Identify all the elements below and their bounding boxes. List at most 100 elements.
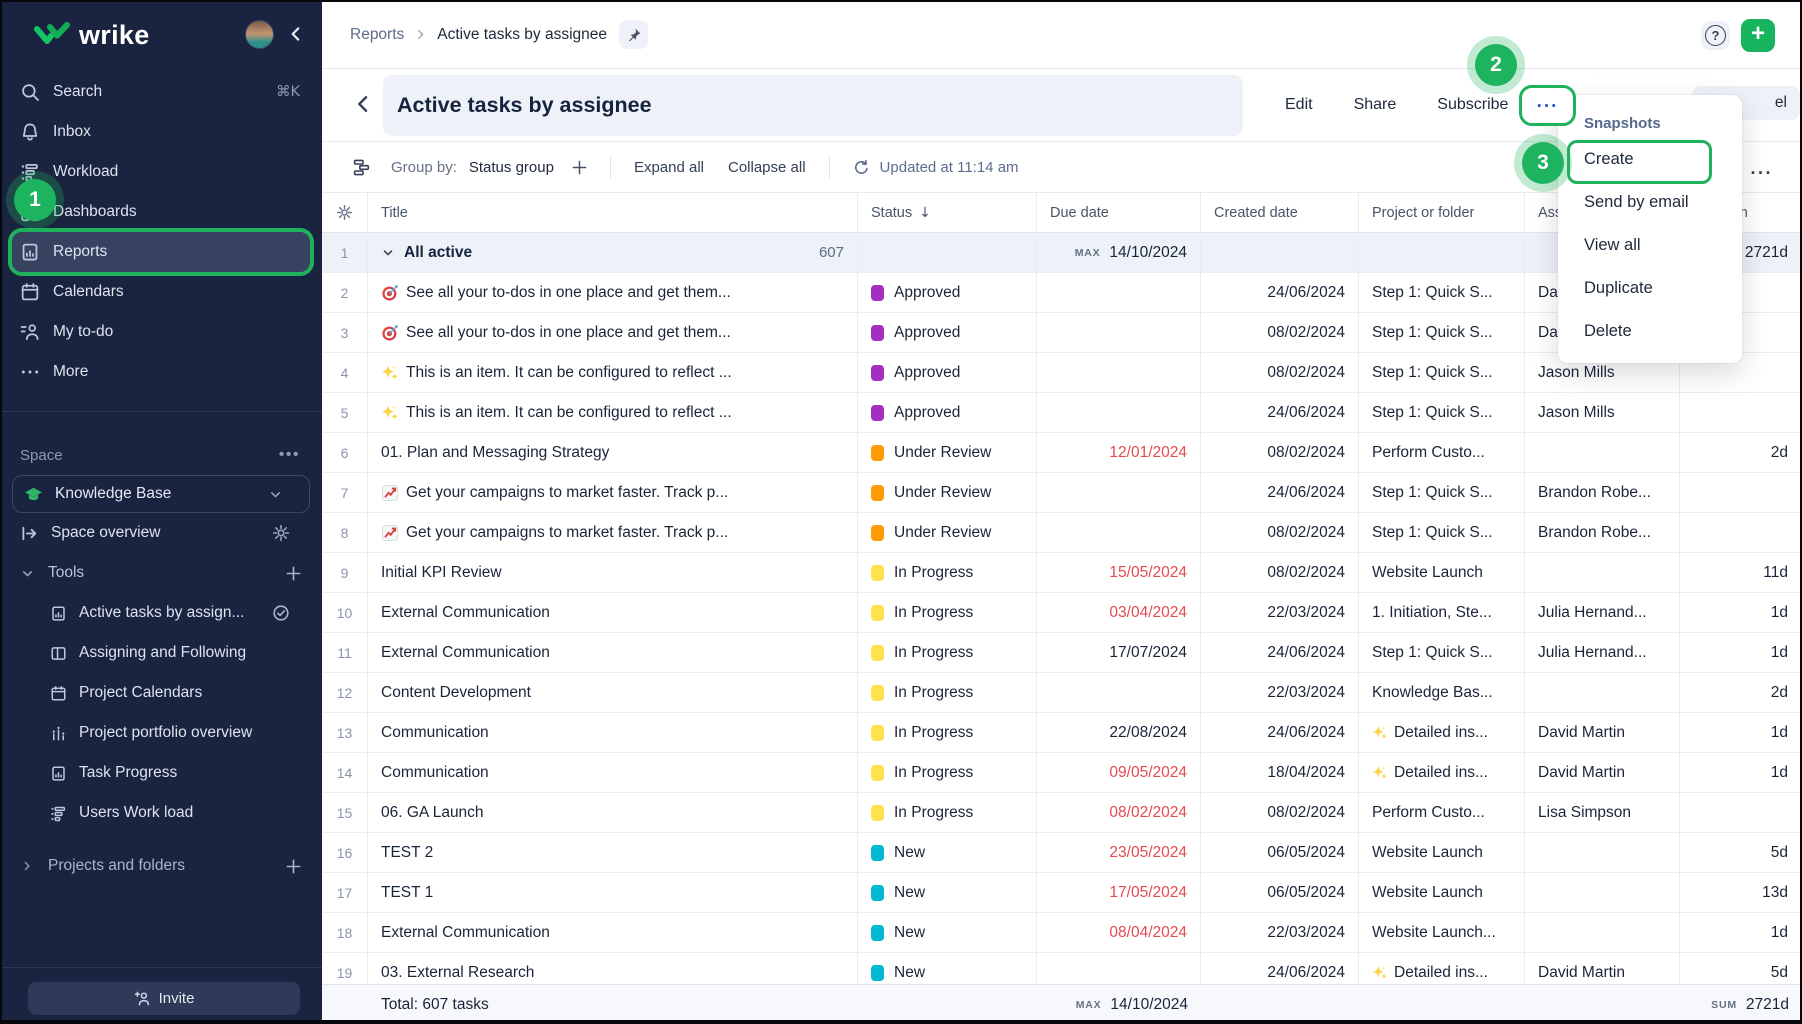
chevron-down-icon[interactable]	[381, 246, 395, 260]
back-icon[interactable]	[352, 93, 374, 115]
cell-status: Approved	[858, 313, 1037, 352]
column-header-status[interactable]: Status↓	[858, 193, 1037, 232]
sidebar-collapse-icon[interactable]	[286, 24, 306, 44]
table-row[interactable]: 601. Plan and Messaging StrategyUnder Re…	[322, 433, 1802, 473]
grid-options-icon[interactable]: ...	[1750, 158, 1773, 179]
add-tool-icon[interactable]	[285, 565, 302, 582]
status-color-chip	[871, 565, 884, 581]
group-by-value[interactable]: Status group	[469, 159, 554, 176]
breadcrumb-parent[interactable]: Reports	[350, 26, 404, 44]
table-settings-gear-icon[interactable]	[336, 204, 353, 221]
sidebar-divider	[0, 411, 322, 412]
sidebar-item-workload[interactable]: Workload	[12, 152, 310, 192]
space-options-icon[interactable]: •••	[279, 446, 300, 464]
sidebar-item-dashboards[interactable]: Dashboards	[12, 192, 310, 232]
status-label: New	[894, 924, 925, 942]
status-color-chip	[871, 485, 884, 501]
sidebar-item-space-overview[interactable]: Space overview	[0, 513, 322, 553]
project-label: Detailed ins...	[1394, 964, 1488, 982]
status-color-chip	[871, 405, 884, 421]
tool-label: Users Work load	[79, 804, 193, 822]
space-selector-knowledge-base[interactable]: Knowledge Base	[12, 475, 310, 513]
sidebar-tool-users-work-load[interactable]: Users Work load	[0, 793, 322, 833]
table-row[interactable]: 14CommunicationIn Progress09/05/202418/0…	[322, 753, 1802, 793]
cell-status: In Progress	[858, 633, 1037, 672]
callout-badge-1: 1	[14, 179, 56, 221]
cell-title: Communication	[368, 713, 858, 752]
window-edge	[0, 1020, 1802, 1024]
menu-item-create[interactable]: Create	[1558, 138, 1742, 181]
max-aggregate-label: MAX	[1075, 247, 1101, 259]
pin-button[interactable]	[619, 20, 648, 49]
share-button[interactable]: Share	[1354, 96, 1397, 114]
sidebar-item-my-to-do[interactable]: My to-do	[12, 312, 310, 352]
table-row[interactable]: 10External CommunicationIn Progress03/04…	[322, 593, 1802, 633]
cell-due-date: 03/04/2024	[1037, 593, 1201, 632]
cell-status: Approved	[858, 353, 1037, 392]
refresh-icon[interactable]	[853, 159, 870, 176]
add-project-icon[interactable]	[285, 858, 302, 875]
report-more-options-button[interactable]: ...	[1522, 88, 1573, 123]
sidebar-item-search[interactable]: Search⌘K	[12, 72, 310, 112]
cell-title: Content Development	[368, 673, 858, 712]
edit-button[interactable]: Edit	[1285, 96, 1313, 114]
table-row[interactable]: 11External CommunicationIn Progress17/07…	[322, 633, 1802, 673]
column-header-due-date[interactable]: Due date	[1037, 193, 1201, 232]
total-tasks: Total: 607 tasks	[368, 985, 858, 1024]
menu-item-view-all[interactable]: View all	[1558, 224, 1742, 267]
menu-item-send-by-email[interactable]: Send by email	[1558, 181, 1742, 224]
table-footer: Total: 607 tasks MAX14/10/2024 SUM2721d	[322, 984, 1802, 1024]
menu-item-duplicate[interactable]: Duplicate	[1558, 267, 1742, 310]
last-updated-text[interactable]: Updated at 11:14 am	[880, 159, 1019, 176]
sidebar-item-projects-and-folders[interactable]: Projects and folders	[0, 846, 322, 886]
add-grouping-icon[interactable]	[571, 159, 588, 176]
create-new-button[interactable]: +	[1741, 19, 1775, 52]
sidebar-item-reports[interactable]: Reports	[12, 232, 310, 272]
column-header-title[interactable]: Title	[368, 193, 858, 232]
tool-label: Active tasks by assign...	[79, 604, 244, 622]
subscribe-button[interactable]: Subscribe	[1437, 96, 1508, 114]
sidebar-tool-assigning-and-following[interactable]: Assigning and Following	[0, 633, 322, 673]
row-number: 9	[322, 553, 368, 592]
cell-assignee: Julia Hernand...	[1525, 633, 1680, 672]
cell-assignee	[1525, 873, 1680, 912]
column-header-project[interactable]: Project or folder	[1359, 193, 1525, 232]
table-row[interactable]: 5This is an item. It can be configured t…	[322, 393, 1802, 433]
table-row[interactable]: 17TEST 1New17/05/202406/05/2024Website L…	[322, 873, 1802, 913]
search-icon	[20, 82, 40, 102]
sidebar-tool-project-portfolio-overview[interactable]: Project portfolio overview	[0, 713, 322, 753]
sidebar-item-calendars[interactable]: Calendars	[12, 272, 310, 312]
sidebar-item-inbox[interactable]: Inbox	[12, 112, 310, 152]
gear-icon[interactable]	[272, 524, 290, 542]
project-label: Perform Custo...	[1372, 804, 1485, 822]
callout-badge-2: 2	[1475, 44, 1517, 86]
sidebar-item-more[interactable]: More	[12, 352, 310, 392]
collapse-all-button[interactable]: Collapse all	[728, 159, 806, 176]
callout-badge-3: 3	[1522, 142, 1564, 184]
tool-label: Project portfolio overview	[79, 724, 252, 742]
cell-duration: 11d	[1680, 553, 1802, 592]
cell-created-date: 06/05/2024	[1201, 833, 1359, 872]
table-row[interactable]: 12Content DevelopmentIn Progress22/03/20…	[322, 673, 1802, 713]
table-row[interactable]: 16TEST 2New23/05/202406/05/2024Website L…	[322, 833, 1802, 873]
table-row[interactable]: 9Initial KPI ReviewIn Progress15/05/2024…	[322, 553, 1802, 593]
row-number: 13	[322, 713, 368, 752]
sidebar-tool-project-calendars[interactable]: Project Calendars	[0, 673, 322, 713]
task-title: See all your to-dos in one place and get…	[406, 284, 731, 302]
tools-section-header[interactable]: Tools	[0, 553, 322, 593]
table-row[interactable]: 7Get your campaigns to market faster. Tr…	[322, 473, 1802, 513]
expand-all-button[interactable]: Expand all	[634, 159, 704, 176]
table-row[interactable]: 8Get your campaigns to market faster. Tr…	[322, 513, 1802, 553]
column-header-created-date[interactable]: Created date	[1201, 193, 1359, 232]
window-edge	[0, 0, 2, 1024]
table-row[interactable]: 1506. GA LaunchIn Progress08/02/202408/0…	[322, 793, 1802, 833]
report-title-field[interactable]: Active tasks by assignee	[383, 75, 1243, 136]
help-button[interactable]: ?	[1701, 21, 1730, 50]
invite-button[interactable]: Invite	[28, 982, 300, 1015]
menu-item-delete[interactable]: Delete	[1558, 310, 1742, 353]
sidebar-tool-task-progress[interactable]: Task Progress	[0, 753, 322, 793]
avatar[interactable]	[245, 20, 274, 49]
table-row[interactable]: 13CommunicationIn Progress22/08/202424/0…	[322, 713, 1802, 753]
sidebar-tool-active-tasks-by-assign-[interactable]: Active tasks by assign...	[0, 593, 322, 633]
table-row[interactable]: 18External CommunicationNew08/04/202422/…	[322, 913, 1802, 953]
